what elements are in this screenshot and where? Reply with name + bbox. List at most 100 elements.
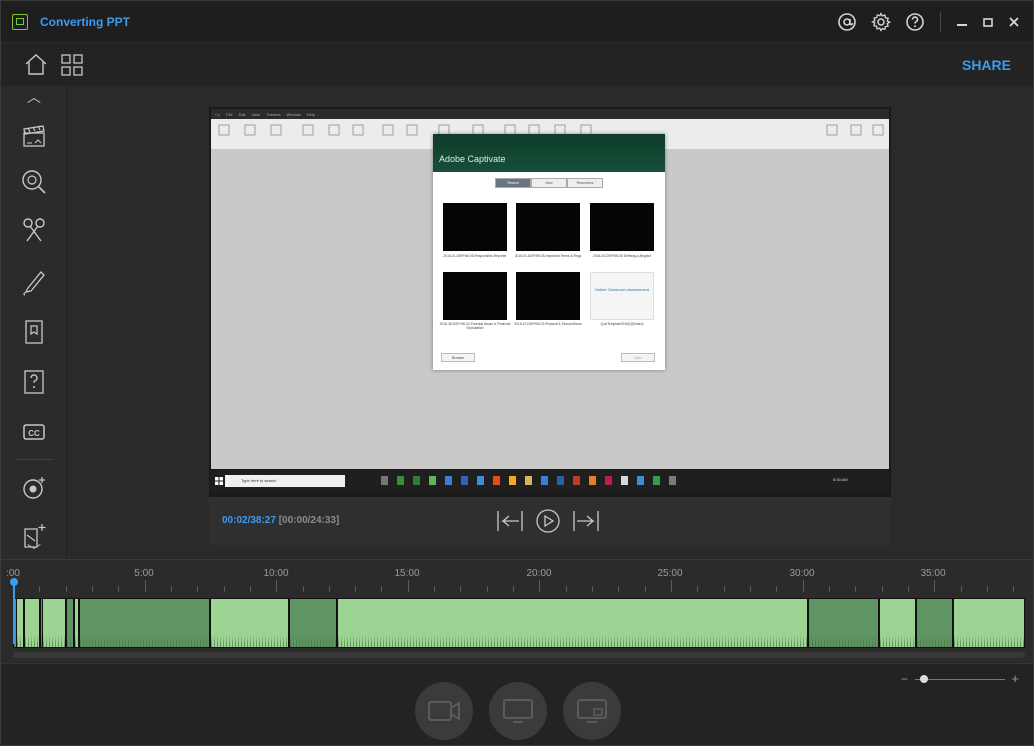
screen-camera-record-icon[interactable] bbox=[563, 682, 621, 740]
taskbar-app[interactable] bbox=[589, 476, 596, 485]
screen-record-icon[interactable] bbox=[489, 682, 547, 740]
taskbar-app[interactable] bbox=[653, 476, 660, 485]
recent-thumbnail[interactable] bbox=[516, 203, 580, 251]
ruler-label: 5:00 bbox=[134, 568, 154, 579]
taskbar-app[interactable] bbox=[525, 476, 532, 485]
taskbar-app[interactable] bbox=[413, 476, 420, 485]
video-frame[interactable]: Cp File Edit View Themes Window Help Ado… bbox=[209, 107, 891, 497]
audio-waveform bbox=[67, 617, 74, 647]
timeline-clip[interactable] bbox=[807, 598, 879, 648]
timeline-clip[interactable] bbox=[78, 598, 211, 648]
taskbar-app[interactable] bbox=[461, 476, 468, 485]
scissors-icon[interactable] bbox=[19, 215, 49, 245]
recent-thumbnail[interactable] bbox=[516, 272, 580, 320]
playback-controls: 00:02/38:27 [00:00/24:33] bbox=[209, 497, 891, 545]
taskbar-app[interactable] bbox=[429, 476, 436, 485]
ruler-tick bbox=[855, 586, 857, 592]
timeline-clip[interactable] bbox=[915, 598, 953, 648]
recent-thumbnail[interactable]: Online Classroom Assessment bbox=[590, 272, 654, 320]
time-ruler[interactable]: :00 5:00 10:00 15:00 20:00 25:00 30:00 3… bbox=[1, 566, 1033, 592]
ruler-tick bbox=[223, 586, 225, 592]
timeline-clip[interactable] bbox=[210, 598, 290, 648]
ruler-tick bbox=[881, 586, 883, 592]
transport-controls bbox=[495, 507, 601, 535]
taskbar-app[interactable] bbox=[573, 476, 580, 485]
maximize-button[interactable] bbox=[977, 7, 999, 37]
recent-thumbnail[interactable] bbox=[443, 272, 507, 320]
video-track[interactable] bbox=[13, 598, 1025, 648]
dialog-title: Adobe Captivate bbox=[433, 134, 665, 172]
minimize-button[interactable] bbox=[951, 7, 973, 37]
grid-icon[interactable] bbox=[57, 50, 87, 80]
zoom-out-icon[interactable]: − bbox=[901, 672, 908, 686]
ruler-tick bbox=[381, 586, 383, 592]
taskbar-app[interactable] bbox=[669, 476, 676, 485]
taskbar-app[interactable] bbox=[605, 476, 612, 485]
taskbar-app[interactable] bbox=[557, 476, 564, 485]
app-title: Converting PPT bbox=[40, 14, 131, 29]
tab-recent[interactable]: Recent bbox=[495, 178, 531, 188]
audio-waveform bbox=[808, 617, 878, 647]
rail-scroll-down-icon[interactable]: ﹀ bbox=[25, 544, 43, 558]
zoom-slider[interactable]: − + bbox=[901, 671, 1019, 686]
taskbar-app[interactable] bbox=[445, 476, 452, 485]
clapperboard-icon[interactable] bbox=[19, 121, 49, 151]
playhead[interactable] bbox=[9, 578, 18, 644]
play-icon[interactable] bbox=[533, 507, 563, 535]
ruler-label: 15:00 bbox=[394, 568, 420, 579]
gear-icon[interactable] bbox=[866, 7, 896, 37]
record-overlay-icon[interactable] bbox=[19, 473, 49, 503]
timeline-clip[interactable] bbox=[24, 598, 40, 648]
taskbar-app[interactable] bbox=[621, 476, 628, 485]
zoom-pan-icon[interactable] bbox=[19, 167, 49, 197]
at-icon[interactable] bbox=[832, 7, 862, 37]
timeline-scrollbar[interactable] bbox=[13, 652, 1025, 658]
bookmark-icon[interactable] bbox=[19, 317, 49, 347]
timeline-clip[interactable] bbox=[66, 598, 75, 648]
taskbar-app[interactable] bbox=[509, 476, 516, 485]
pen-icon[interactable] bbox=[19, 267, 49, 297]
taskbar-app[interactable] bbox=[397, 476, 404, 485]
ruler-tick bbox=[434, 586, 436, 592]
timeline-clip[interactable] bbox=[878, 598, 916, 648]
ruler-tick bbox=[144, 580, 146, 592]
ruler-tick bbox=[907, 586, 909, 592]
zoom-in-icon[interactable]: + bbox=[1011, 671, 1019, 686]
previous-icon[interactable] bbox=[495, 507, 525, 535]
timeline-clip[interactable] bbox=[336, 598, 808, 648]
tab-resources[interactable]: Resources bbox=[567, 178, 603, 188]
timeline-clip[interactable] bbox=[16, 598, 25, 648]
taskbar-app[interactable] bbox=[637, 476, 644, 485]
zoom-track[interactable] bbox=[915, 679, 1005, 680]
app-window: Converting PPT SHARE ︿ CC ﹀ Cp File Edit… bbox=[0, 0, 1034, 746]
timeline-clip[interactable] bbox=[42, 598, 67, 648]
recent-thumbnail[interactable] bbox=[590, 203, 654, 251]
close-button[interactable] bbox=[1003, 7, 1025, 37]
next-icon[interactable] bbox=[571, 507, 601, 535]
ruler-tick bbox=[802, 580, 804, 592]
home-icon[interactable] bbox=[21, 50, 51, 80]
taskbar-app[interactable] bbox=[541, 476, 548, 485]
taskbar-app[interactable] bbox=[493, 476, 500, 485]
camera-record-icon[interactable] bbox=[415, 682, 473, 740]
tab-new[interactable]: New bbox=[531, 178, 567, 188]
ruler-tick bbox=[749, 586, 751, 592]
browse-button[interactable]: Browse bbox=[441, 353, 475, 362]
timeline-clip[interactable] bbox=[289, 598, 337, 648]
share-button[interactable]: SHARE bbox=[962, 57, 1011, 73]
open-button[interactable]: Open bbox=[621, 353, 655, 362]
taskbar-app[interactable] bbox=[477, 476, 484, 485]
ruler-tick bbox=[618, 586, 620, 592]
audio-waveform bbox=[337, 617, 807, 647]
recent-thumbnail[interactable] bbox=[443, 203, 507, 251]
zoom-knob[interactable] bbox=[920, 675, 928, 683]
ruler-tick bbox=[960, 586, 962, 592]
taskbar-app[interactable] bbox=[381, 476, 388, 485]
help-icon[interactable] bbox=[900, 7, 930, 37]
rail-scroll-up-icon[interactable]: ︿ bbox=[25, 90, 43, 104]
quiz-icon[interactable] bbox=[19, 367, 49, 397]
menu-item: View bbox=[251, 111, 261, 117]
timeline-clip[interactable] bbox=[952, 598, 1025, 648]
taskbar-search[interactable]: Type here to search bbox=[225, 475, 345, 487]
cc-icon[interactable]: CC bbox=[19, 417, 49, 447]
